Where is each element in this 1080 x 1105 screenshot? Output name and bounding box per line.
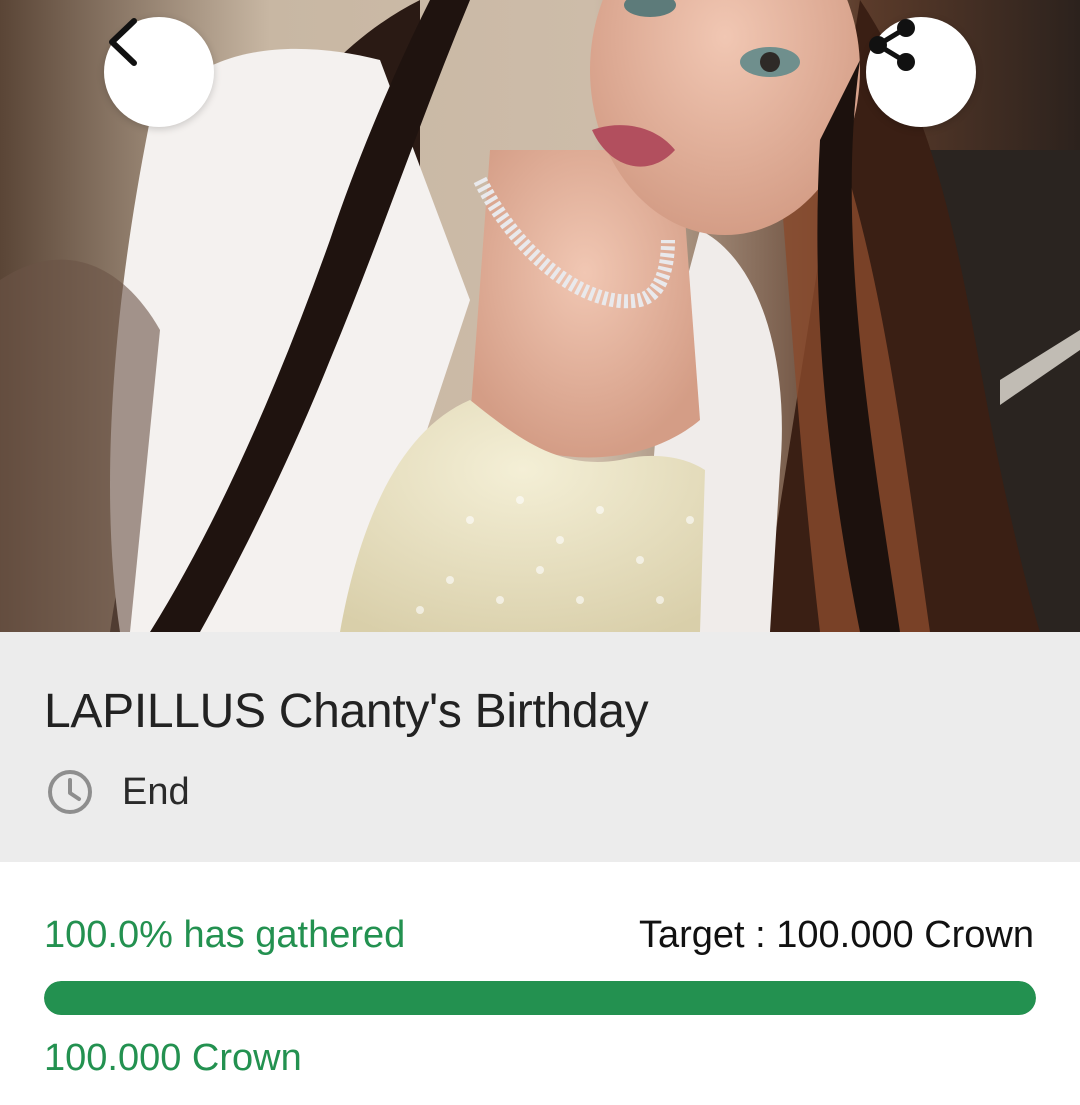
back-button[interactable] bbox=[104, 17, 214, 127]
chevron-left-icon bbox=[109, 18, 137, 66]
event-status-row: End bbox=[46, 768, 190, 816]
progress-bar bbox=[44, 981, 1036, 1015]
gathered-percentage: 100.0% has gathered bbox=[44, 914, 406, 956]
share-button[interactable] bbox=[866, 17, 976, 127]
event-info-panel: LAPILLUS Chanty's Birthday End bbox=[0, 632, 1080, 862]
share-icon bbox=[869, 19, 915, 71]
progress-bar-fill bbox=[44, 981, 1036, 1015]
collected-amount: 100.000 Crown bbox=[44, 1037, 302, 1079]
clock-icon bbox=[48, 770, 92, 814]
event-status-text: End bbox=[122, 770, 190, 813]
event-title: LAPILLUS Chanty's Birthday bbox=[44, 685, 649, 738]
event-detail-screen: LAPILLUS Chanty's Birthday End 100.0% ha… bbox=[0, 0, 1080, 1105]
funding-section: 100.0% has gathered Target : 100.000 Cro… bbox=[0, 862, 1080, 1105]
hero-photo bbox=[0, 0, 1080, 632]
target-amount: Target : 100.000 Crown bbox=[638, 914, 1034, 956]
